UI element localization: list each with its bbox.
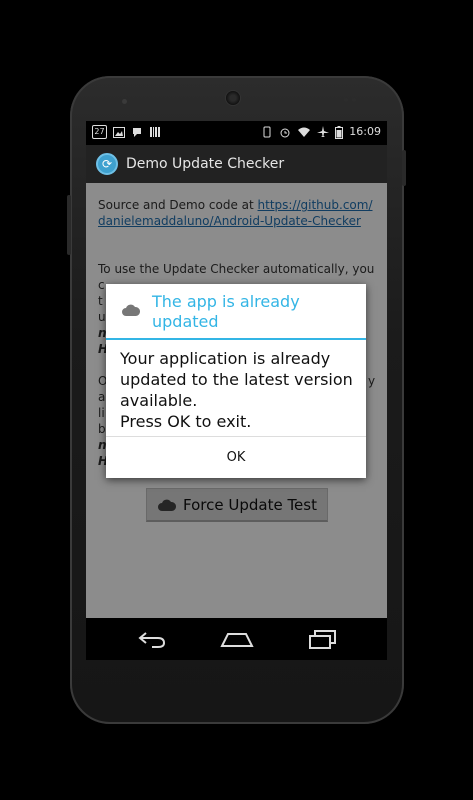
ok-button[interactable]: OK [106,437,366,478]
clock-time: 16:09 [349,125,381,138]
battery-icon [335,125,344,139]
home-icon[interactable] [220,628,254,650]
dialog-message: Your application is already updated to t… [120,348,356,432]
action-bar: ⟳ Demo Update Checker [86,145,387,183]
dialog-title-divider [106,338,366,340]
navigation-bar [86,618,387,660]
dialog-header: The app is already updated [106,284,366,338]
dialog-message-line-3: available. [120,391,198,410]
sensor [352,98,356,102]
alarm-icon [280,128,290,138]
front-camera [226,91,240,105]
cloud-icon [122,304,141,316]
status-bar: 27 16:09 [86,121,387,145]
recents-icon[interactable] [306,628,338,650]
vibrate-icon [263,126,271,138]
dialog-message-line-2: updated to the latest version [120,370,353,389]
dialog-title: The app is already updated [152,292,300,331]
dialog-message-line-4: Press OK to exit. [120,412,252,431]
image-icon [113,126,125,138]
power-button [402,150,406,186]
calendar-icon: 27 [92,125,107,139]
chat-icon [133,128,141,137]
app-title: Demo Update Checker [126,156,285,172]
volume-button [67,195,71,255]
sensor [122,99,127,104]
back-icon[interactable] [136,628,168,650]
dialog-message-line-1: Your application is already [120,349,331,368]
barcode-icon [150,127,160,137]
update-checker-app-icon[interactable]: ⟳ [96,153,118,175]
update-dialog: The app is already updated Your applicat… [106,284,366,478]
wifi-icon [298,127,311,137]
sensor [344,98,348,102]
airplane-icon [317,126,330,137]
